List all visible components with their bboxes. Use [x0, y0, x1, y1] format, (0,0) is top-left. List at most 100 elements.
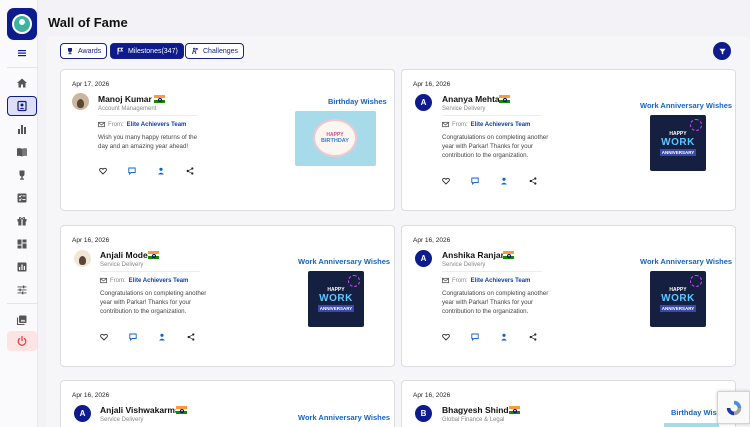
- mail-icon: [100, 277, 107, 284]
- wish-type: Work Anniversary Wishes: [640, 257, 733, 266]
- mail-icon: [442, 277, 449, 284]
- wish-message: Congratulations on completing another ye…: [442, 134, 549, 159]
- image-text: ANNIVERSARY: [659, 148, 697, 156]
- sliders-icon[interactable]: [7, 280, 37, 300]
- share-icon[interactable]: [186, 167, 194, 175]
- recaptcha-badge[interactable]: [717, 391, 750, 424]
- like-icon[interactable]: [100, 333, 108, 341]
- dashboard-icon[interactable]: [7, 234, 37, 254]
- comment-icon[interactable]: [128, 167, 136, 175]
- list-check-icon[interactable]: [7, 188, 37, 208]
- employee-department: Service Delivery: [442, 106, 486, 112]
- album-icon[interactable]: [7, 310, 37, 330]
- person-icon[interactable]: [158, 333, 166, 341]
- milestone-card: Apr 16, 2026 A Ananya Mehta Service Deli…: [401, 69, 736, 211]
- india-flag-icon: [176, 406, 187, 415]
- like-icon[interactable]: [442, 177, 450, 185]
- employee-name[interactable]: Anshika Ranjan: [442, 250, 506, 260]
- wish-type: Work Anniversary Wishes: [640, 101, 733, 110]
- wish-type: Work Anniversary Wishes: [298, 413, 391, 422]
- image-text: ANNIVERSARY: [317, 304, 355, 312]
- trophy-icon: [68, 48, 72, 55]
- employee-department: Global Finance & Legal: [442, 417, 505, 423]
- employee-name[interactable]: Anjali Vishwakarma: [100, 405, 180, 415]
- trophy-icon[interactable]: [7, 165, 37, 185]
- comment-icon[interactable]: [471, 177, 479, 185]
- tab-label: Milestones(347): [128, 47, 178, 55]
- gift-icon[interactable]: [7, 211, 37, 231]
- employee-department: Account Management: [98, 106, 157, 112]
- wish-message: Congratulations on completing another ye…: [442, 290, 549, 315]
- person-icon[interactable]: [157, 167, 165, 175]
- employee-department: Service Delivery: [442, 262, 486, 268]
- share-icon[interactable]: [529, 177, 537, 185]
- milestone-card: Apr 16, 2026 A Anjali Vishwakarma Servic…: [60, 380, 395, 427]
- tab-challenges[interactable]: Challenges: [185, 43, 245, 59]
- like-icon[interactable]: [99, 167, 107, 175]
- avatar[interactable]: B: [415, 405, 432, 422]
- wish-type: Birthday Wishes: [328, 97, 387, 106]
- home-icon[interactable]: [7, 73, 37, 93]
- employee-name[interactable]: Bhagyesh Shinde: [442, 405, 513, 415]
- share-icon[interactable]: [187, 333, 195, 341]
- filter-button[interactable]: [713, 42, 731, 60]
- card-date: Apr 16, 2026: [413, 81, 451, 88]
- card-actions: [99, 167, 194, 175]
- birthday-image: HAPPY BIRTHDAY: [295, 111, 376, 166]
- divider: [100, 271, 200, 272]
- employee-name[interactable]: Manoj Kumar: [98, 94, 152, 104]
- wish-message: Wish you many happy returns of the day a…: [98, 134, 198, 150]
- power-icon[interactable]: [7, 331, 37, 351]
- from-label: From:: [108, 121, 124, 128]
- wall-icon[interactable]: [7, 96, 37, 116]
- like-icon[interactable]: [442, 333, 450, 341]
- comment-icon[interactable]: [129, 333, 137, 341]
- avatar[interactable]: [72, 93, 89, 110]
- mail-icon: [98, 121, 105, 128]
- tab-milestones[interactable]: Milestones(347): [110, 43, 184, 59]
- person-icon[interactable]: [500, 177, 508, 185]
- report-icon[interactable]: [7, 257, 37, 277]
- milestone-card: Apr 16, 2026 Anjali Mode Service Deliver…: [60, 225, 395, 367]
- app-logo[interactable]: [7, 8, 37, 40]
- avatar[interactable]: A: [415, 94, 432, 111]
- avatar[interactable]: A: [415, 250, 432, 267]
- from-team[interactable]: Elite Achievers Team: [471, 122, 531, 128]
- divider: [442, 271, 542, 272]
- employee-department: Service Delivery: [100, 262, 144, 268]
- wish-message: Congratulations on completing another ye…: [100, 290, 207, 315]
- employee-name[interactable]: Anjali Mode: [100, 250, 148, 260]
- from-team[interactable]: Elite Achievers Team: [471, 278, 531, 284]
- person-icon[interactable]: [500, 333, 508, 341]
- recaptcha-icon: [726, 400, 741, 415]
- avatar[interactable]: [74, 250, 91, 267]
- from-team[interactable]: Elite Achievers Team: [127, 122, 187, 128]
- employee-name[interactable]: Ananya Mehta: [442, 94, 500, 104]
- card-actions: [100, 333, 195, 341]
- tab-label: Awards: [78, 47, 102, 55]
- sidebar-divider: [7, 303, 37, 304]
- card-date: Apr 16, 2026: [413, 237, 451, 244]
- tab-awards[interactable]: Awards: [60, 43, 108, 59]
- from-line: From: Elite Achievers Team: [442, 121, 530, 128]
- card-date: Apr 16, 2026: [413, 392, 451, 399]
- avatar[interactable]: A: [74, 405, 91, 422]
- page-title: Wall of Fame: [48, 15, 128, 30]
- india-flag-icon: [148, 251, 159, 260]
- image-text: WORK: [661, 136, 695, 148]
- from-team[interactable]: Elite Achievers Team: [129, 278, 189, 284]
- book-icon[interactable]: [7, 142, 37, 162]
- birthday-image: [664, 423, 719, 427]
- image-text: ANNIVERSARY: [659, 304, 697, 312]
- hamburger-icon[interactable]: [7, 43, 37, 63]
- milestone-card: Apr 17, 2026 Manoj Kumar Account Managem…: [60, 69, 395, 211]
- card-actions: [442, 177, 537, 185]
- from-line: From: Elite Achievers Team: [442, 277, 530, 284]
- image-text: WORK: [661, 292, 695, 304]
- comment-icon[interactable]: [471, 333, 479, 341]
- filter-icon: [718, 48, 726, 55]
- mail-icon: [442, 121, 449, 128]
- sidebar-divider: [7, 67, 37, 68]
- bar-chart-icon[interactable]: [7, 119, 37, 139]
- share-icon[interactable]: [529, 333, 537, 341]
